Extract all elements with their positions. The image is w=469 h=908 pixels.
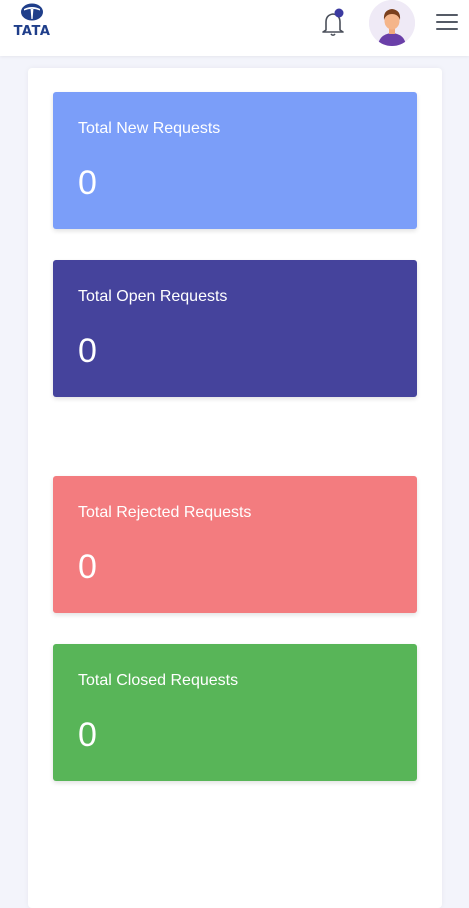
card-label: Total New Requests [78, 120, 221, 137]
card-rejected-requests[interactable]: Total Rejected Requests 0 [53, 476, 417, 613]
card-label: Total Closed Requests [78, 672, 239, 689]
card-value: 0 [78, 164, 97, 202]
bell-icon[interactable] [320, 8, 348, 38]
card-label: Total Open Requests [78, 288, 228, 305]
avatar-icon [369, 0, 415, 46]
hamburger-menu-icon[interactable] [436, 14, 458, 32]
card-value: 0 [78, 716, 97, 754]
tata-logo-icon [21, 3, 43, 21]
card-closed-requests[interactable]: Total Closed Requests 0 [53, 644, 417, 781]
tata-logo[interactable]: TATA [6, 2, 58, 42]
app-header: TATA [0, 0, 469, 56]
user-avatar[interactable] [369, 0, 415, 46]
card-label: Total Rejected Requests [78, 504, 252, 521]
card-new-requests[interactable]: Total New Requests 0 [53, 92, 417, 229]
card-value: 0 [78, 332, 97, 370]
logo-text: TATA [13, 24, 51, 39]
card-open-requests[interactable]: Total Open Requests 0 [53, 260, 417, 397]
card-value: 0 [78, 548, 97, 586]
notification-dot [334, 8, 344, 18]
